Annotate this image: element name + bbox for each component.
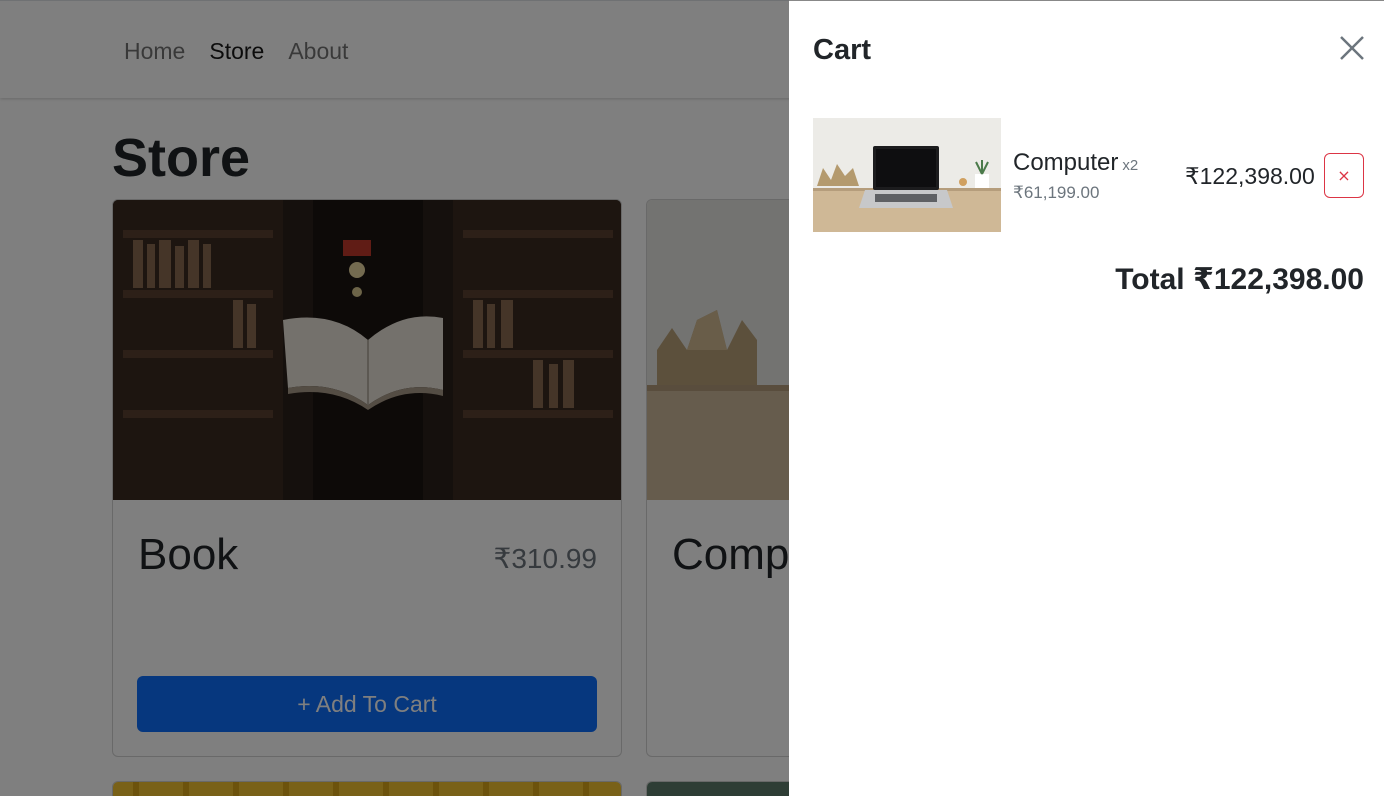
- cart-panel: Cart Computer x2 ₹61,199.00 ₹122,398.00 …: [789, 0, 1384, 796]
- cart-item-quantity: x2: [1122, 157, 1139, 174]
- cart-item-total-price: ₹122,398.00: [1185, 163, 1315, 189]
- cart-item-name-row: Computer x2: [1013, 148, 1138, 181]
- cart-item: Computer x2 ₹61,199.00 ₹122,398.00 ×: [813, 118, 1364, 232]
- cart-item-name: Computer: [1013, 149, 1119, 176]
- cart-total: Total ₹122,398.00: [1115, 263, 1364, 296]
- cart-item-image: [813, 118, 1001, 232]
- close-icon[interactable]: [1335, 31, 1369, 65]
- cart-item-unit-price: ₹61,199.00: [1013, 183, 1100, 202]
- remove-item-button[interactable]: ×: [1324, 153, 1364, 198]
- cart-title: Cart: [813, 34, 872, 66]
